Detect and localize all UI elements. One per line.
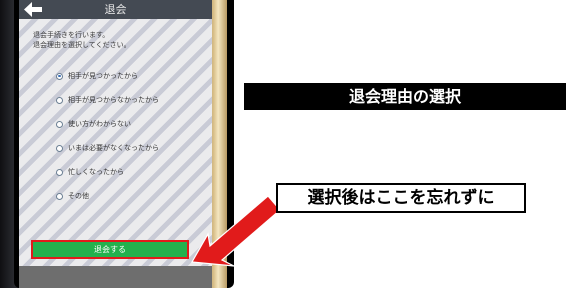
radio-button[interactable] [56, 96, 63, 104]
reason-label: 使い方がわからない [68, 120, 131, 128]
withdraw-submit-button[interactable]: 退会する [31, 240, 189, 259]
reason-label: いまは必要がなくなったから [68, 144, 159, 152]
reason-label: 忙しくなったから [68, 168, 124, 176]
title-bar: 退会 [19, 0, 212, 19]
callout-label: 選択後はここを忘れずに [276, 183, 526, 213]
reason-option[interactable]: その他 [56, 190, 89, 202]
reason-option[interactable]: いまは必要がなくなったから [56, 142, 159, 154]
reason-option[interactable]: 忙しくなったから [56, 166, 124, 178]
radio-button[interactable] [56, 120, 63, 128]
radio-button[interactable] [56, 168, 63, 176]
intro-line: 退会理由を選択してください。 [33, 41, 131, 49]
reason-label: 相手が見つかったから [68, 72, 138, 80]
reason-option[interactable]: 相手が見つからなかったから [56, 94, 159, 106]
radio-button-selected[interactable] [56, 72, 63, 80]
reason-label: その他 [68, 192, 89, 200]
reason-label: 相手が見つからなかったから [68, 96, 159, 104]
radio-button[interactable] [56, 192, 63, 200]
red-arrow-icon [191, 195, 281, 267]
intro-text: 退会手続きを行います。 退会理由を選択してください。 [33, 30, 131, 50]
reason-option[interactable]: 相手が見つかったから [56, 70, 138, 82]
page-title: 退会 [104, 3, 127, 16]
section-heading: 退会理由の選択 [244, 83, 566, 110]
reason-option[interactable]: 使い方がわからない [56, 118, 131, 130]
radio-button[interactable] [56, 144, 63, 152]
intro-line: 退会手続きを行います。 [33, 31, 110, 39]
